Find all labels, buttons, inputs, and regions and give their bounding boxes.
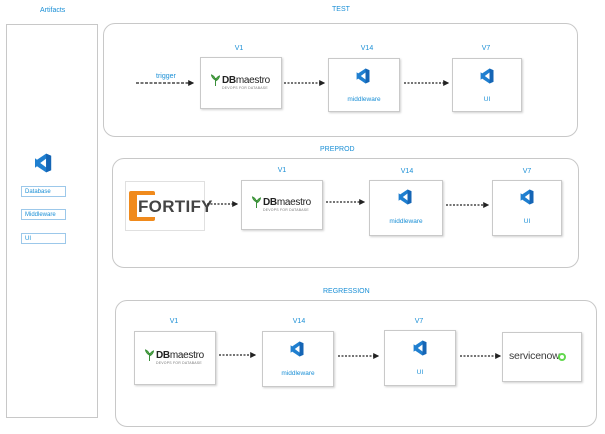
regression-ui-version: V7	[414, 318, 424, 325]
servicenow-logo: servicenow	[509, 350, 560, 362]
preprod-arrow-2	[326, 199, 368, 205]
test-ui-version: V7	[481, 45, 491, 52]
dbmaestro-name: DBmaestro	[222, 75, 270, 86]
visual-studio-icon	[413, 340, 427, 356]
artifact-database[interactable]: Database	[21, 186, 66, 197]
test-arrow-2	[404, 80, 452, 86]
dbmaestro-tagline: DEVOPS FOR DATABASE	[222, 86, 268, 90]
dbmaestro-leaf-icon	[211, 74, 220, 86]
dbmaestro-tagline: DEVOPS FOR DATABASE	[263, 208, 309, 212]
regression-db-version: V1	[169, 318, 179, 325]
dbmaestro-logo: DBmaestro DEVOPS FOR DATABASE	[145, 349, 204, 365]
regression-mw-version: V14	[292, 318, 306, 325]
regression-arrow-1	[219, 352, 259, 358]
servicenow-o-icon	[558, 353, 566, 361]
test-db-version: V1	[234, 45, 244, 52]
visual-studio-icon	[480, 68, 494, 84]
test-middleware-label: middleware	[347, 96, 381, 103]
trigger-arrow	[136, 80, 198, 86]
test-ui-label: UI	[483, 96, 491, 103]
fortify-card[interactable]: FORTIFY	[125, 181, 213, 231]
artifacts-title: Artifacts	[40, 7, 66, 14]
preprod-arrow-3	[446, 202, 492, 208]
regression-ui-card[interactable]: UI	[384, 330, 456, 386]
dbmaestro-leaf-icon	[252, 196, 261, 208]
preprod-db-version: V1	[277, 167, 287, 174]
regression-dbmaestro-card[interactable]: DBmaestro DEVOPS FOR DATABASE	[134, 331, 216, 385]
preprod-dbmaestro-card[interactable]: DBmaestro DEVOPS FOR DATABASE	[241, 180, 323, 230]
artifact-middleware[interactable]: Middleware	[21, 209, 66, 220]
dbmaestro-logo: DBmaestro DEVOPS FOR DATABASE	[211, 74, 270, 90]
regression-middleware-card[interactable]: middleware	[262, 331, 334, 387]
preprod-ui-label: UI	[523, 218, 531, 225]
visual-studio-icon	[398, 189, 412, 205]
dbmaestro-tagline: DEVOPS FOR DATABASE	[156, 361, 202, 365]
visual-studio-icon	[356, 68, 370, 84]
fortify-logo: FORTIFY	[129, 191, 213, 221]
dbmaestro-name: DBmaestro	[156, 350, 204, 361]
test-stage-title: TEST	[332, 6, 350, 13]
preprod-mw-version: V14	[400, 168, 414, 175]
dbmaestro-leaf-icon	[145, 349, 154, 361]
test-ui-card[interactable]: UI	[452, 58, 522, 112]
visual-studio-icon	[290, 341, 304, 357]
preprod-ui-card[interactable]: UI	[492, 180, 562, 236]
artifacts-panel	[6, 24, 98, 418]
dbmaestro-logo: DBmaestro DEVOPS FOR DATABASE	[252, 196, 311, 212]
test-middleware-card[interactable]: middleware	[328, 58, 400, 112]
regression-arrow-3	[460, 353, 504, 359]
trigger-label: trigger	[156, 73, 176, 80]
fortify-text: FORTIFY	[138, 197, 213, 216]
servicenow-card[interactable]: servicenow	[502, 332, 582, 382]
servicenow-text: servicenow	[509, 350, 560, 362]
regression-ui-label: UI	[416, 369, 424, 376]
test-dbmaestro-card[interactable]: DBmaestro DEVOPS FOR DATABASE	[200, 57, 282, 109]
preprod-middleware-card[interactable]: middleware	[369, 180, 443, 236]
visual-studio-icon	[520, 189, 534, 205]
visual-studio-icon	[34, 153, 52, 173]
test-mw-version: V14	[360, 45, 374, 52]
regression-stage-title: REGRESSION	[323, 288, 370, 295]
regression-middleware-label: middleware	[281, 370, 315, 377]
regression-arrow-2	[338, 353, 382, 359]
preprod-arrow-1	[207, 201, 241, 207]
preprod-middleware-label: middleware	[389, 218, 423, 225]
preprod-stage-title: PREPROD	[320, 146, 355, 153]
preprod-ui-version: V7	[522, 168, 532, 175]
test-arrow-1	[284, 80, 328, 86]
dbmaestro-name: DBmaestro	[263, 197, 311, 208]
artifact-ui[interactable]: UI	[21, 233, 66, 244]
